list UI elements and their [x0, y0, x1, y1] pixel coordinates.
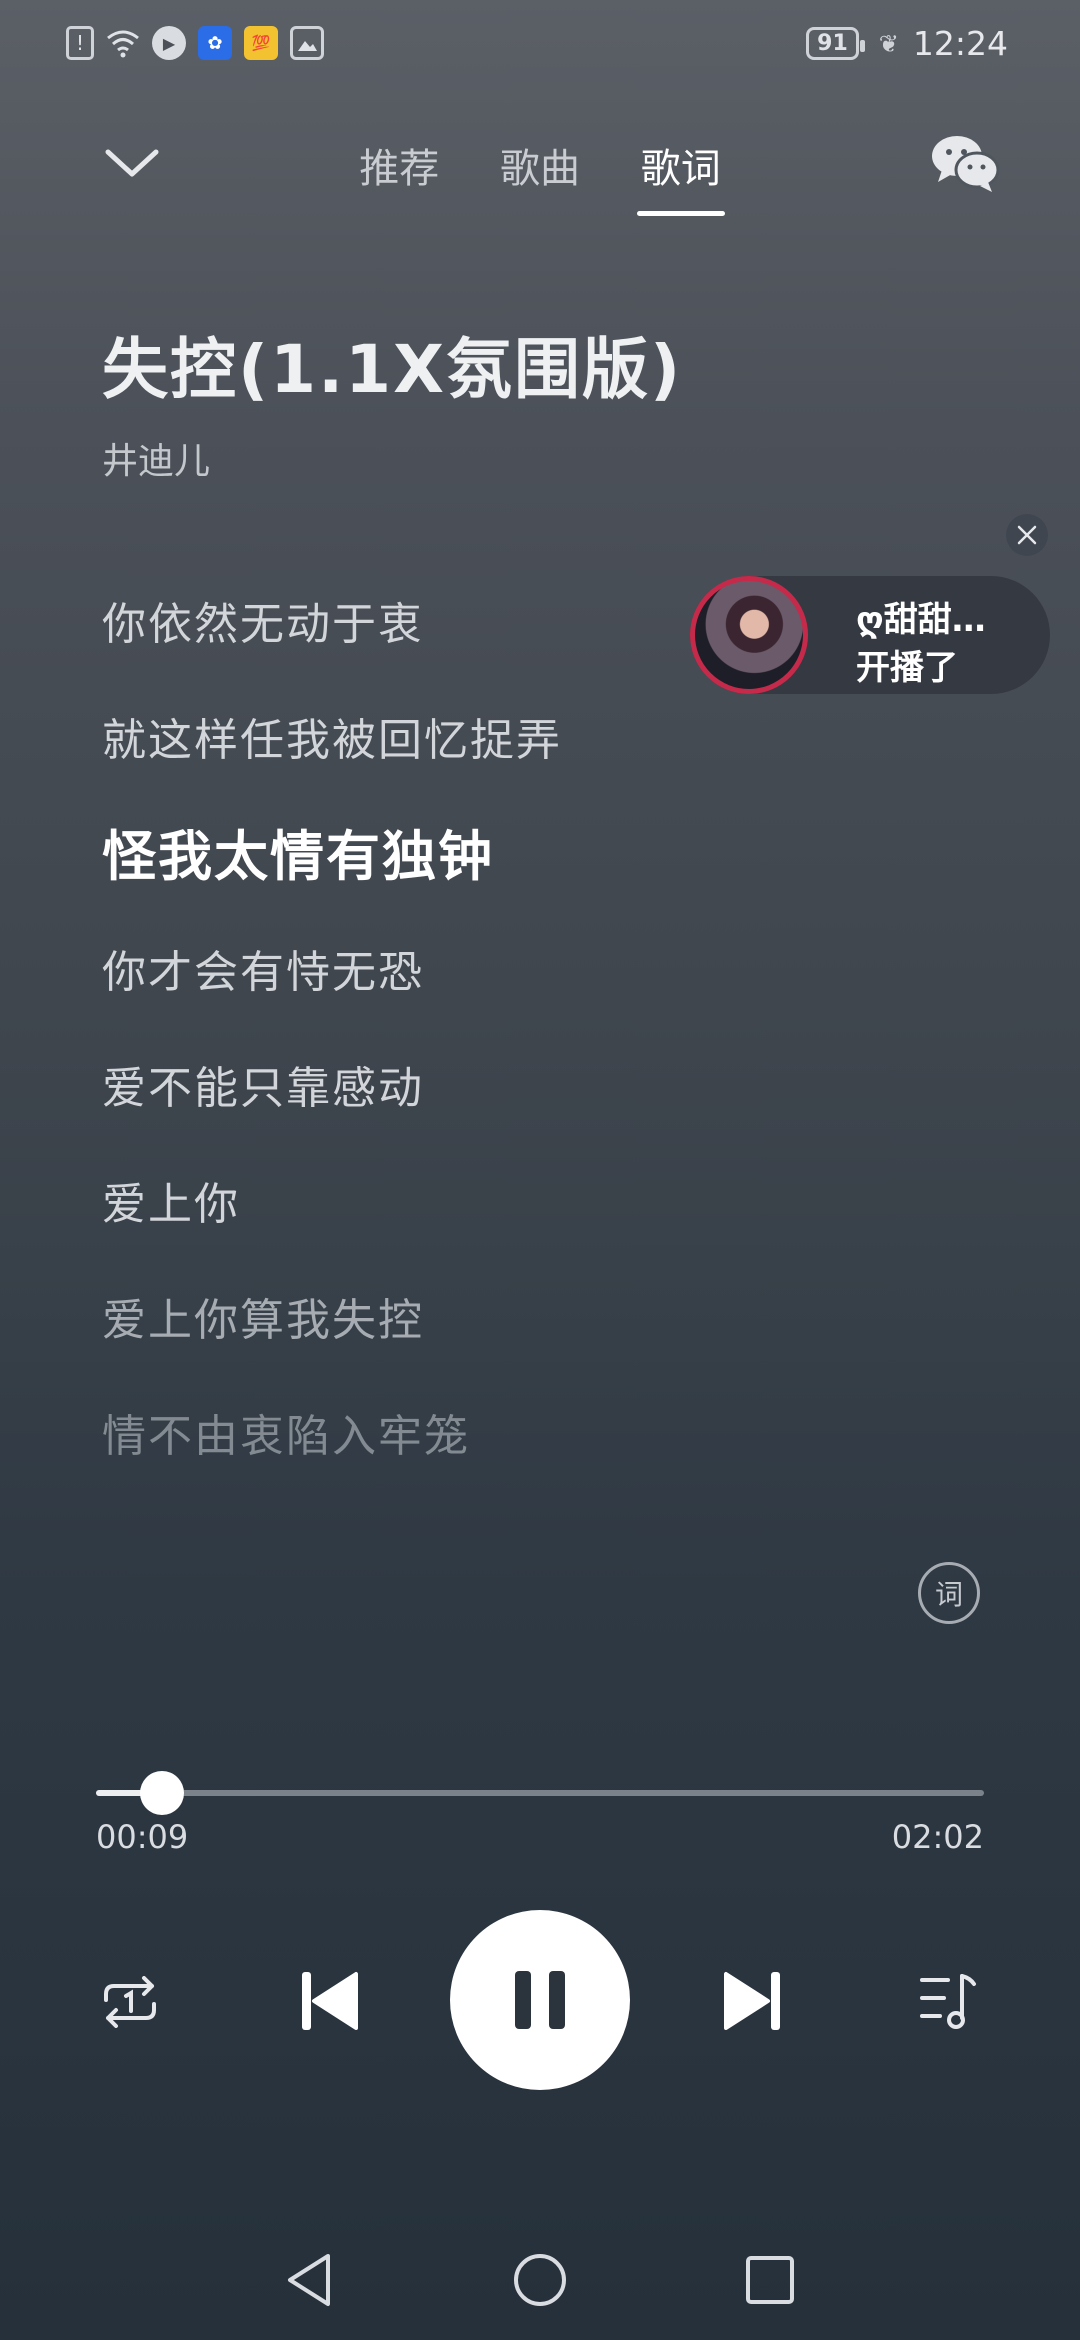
status-icons-right: 91 ❦ 12:24 [806, 24, 1008, 63]
progress-bar[interactable] [96, 1771, 984, 1815]
status-icons-left: ! ▶ ✿ 💯 [66, 26, 324, 60]
pause-icon [515, 1971, 531, 2029]
lyric-line: 爱上你算我失控 [102, 1295, 424, 1346]
system-nav-bar [0, 2240, 1080, 2320]
play-icon: ▶ [152, 26, 186, 60]
player-header: 推荐 歌曲 歌词 [0, 120, 1080, 220]
tab-bar: 推荐 歌曲 歌词 [0, 136, 1080, 216]
wifi-icon [106, 26, 140, 60]
leaf-icon: ❦ [878, 29, 899, 58]
repeat-one-button[interactable] [94, 1972, 166, 2032]
live-stream-widget[interactable]: ღ甜甜… 开播了 [690, 576, 1050, 694]
streamer-avatar [690, 576, 808, 694]
next-button[interactable] [720, 1966, 786, 2036]
recents-icon[interactable] [744, 2254, 796, 2306]
status-bar: ! ▶ ✿ 💯 91 ❦ 12:24 [0, 0, 1080, 92]
image-alert-icon [290, 26, 324, 60]
lyric-line: 爱不能只靠感动 [102, 1063, 424, 1114]
lyric-line: 你依然无动于衷 [102, 599, 424, 650]
repeat-one-icon [104, 1976, 156, 2028]
streamer-name: ღ甜甜… [856, 600, 986, 640]
song-title: 失控(1.1X氛围版) [102, 331, 683, 408]
duration-time: 02:02 [891, 1818, 984, 1856]
wechat-share-icon[interactable] [930, 132, 1000, 194]
progress-knob[interactable] [139, 1771, 184, 1815]
sim-alert-icon: ! [66, 26, 94, 60]
tab-recommend[interactable]: 推荐 [359, 136, 439, 216]
home-icon[interactable] [512, 2252, 568, 2308]
live-status-label: 开播了 [856, 648, 958, 688]
lyric-toggle-button[interactable]: 词 [918, 1562, 980, 1624]
battery-indicator: 91 [806, 27, 865, 60]
pause-button[interactable] [450, 1910, 630, 2090]
skip-previous-icon [302, 1972, 358, 2030]
lyric-line: 爱上你 [102, 1179, 240, 1230]
tab-song[interactable]: 歌曲 [500, 136, 580, 216]
lyric-line-current: 怪我太情有独钟 [102, 825, 494, 888]
pause-icon-bar [549, 1971, 565, 2029]
skip-next-icon [724, 1972, 780, 2030]
current-time: 00:09 [96, 1818, 189, 1856]
playlist-button[interactable] [916, 1968, 982, 2034]
lyrics-list[interactable]: 你依然无动于衷 就这样任我被回忆捉弄 怪我太情有独钟 你才会有恃无恐 爱不能只靠… [102, 590, 742, 1518]
playlist-icon [920, 1974, 976, 2029]
close-icon [1017, 525, 1037, 545]
clock: 12:24 [912, 24, 1008, 63]
artist-name[interactable]: 井迪儿 [102, 432, 210, 484]
close-live-widget-button[interactable] [1006, 514, 1048, 556]
lyric-line: 情不由衷陷入牢笼 [102, 1411, 470, 1462]
lyric-line: 就这样任我被回忆捉弄 [102, 715, 562, 766]
back-icon[interactable] [282, 2250, 338, 2310]
previous-button[interactable] [296, 1966, 362, 2036]
baidu-icon: ✿ [198, 26, 232, 60]
hundred-icon: 💯 [244, 26, 278, 60]
lyric-line: 你才会有恃无恐 [102, 947, 424, 998]
tab-lyrics[interactable]: 歌词 [636, 136, 725, 216]
